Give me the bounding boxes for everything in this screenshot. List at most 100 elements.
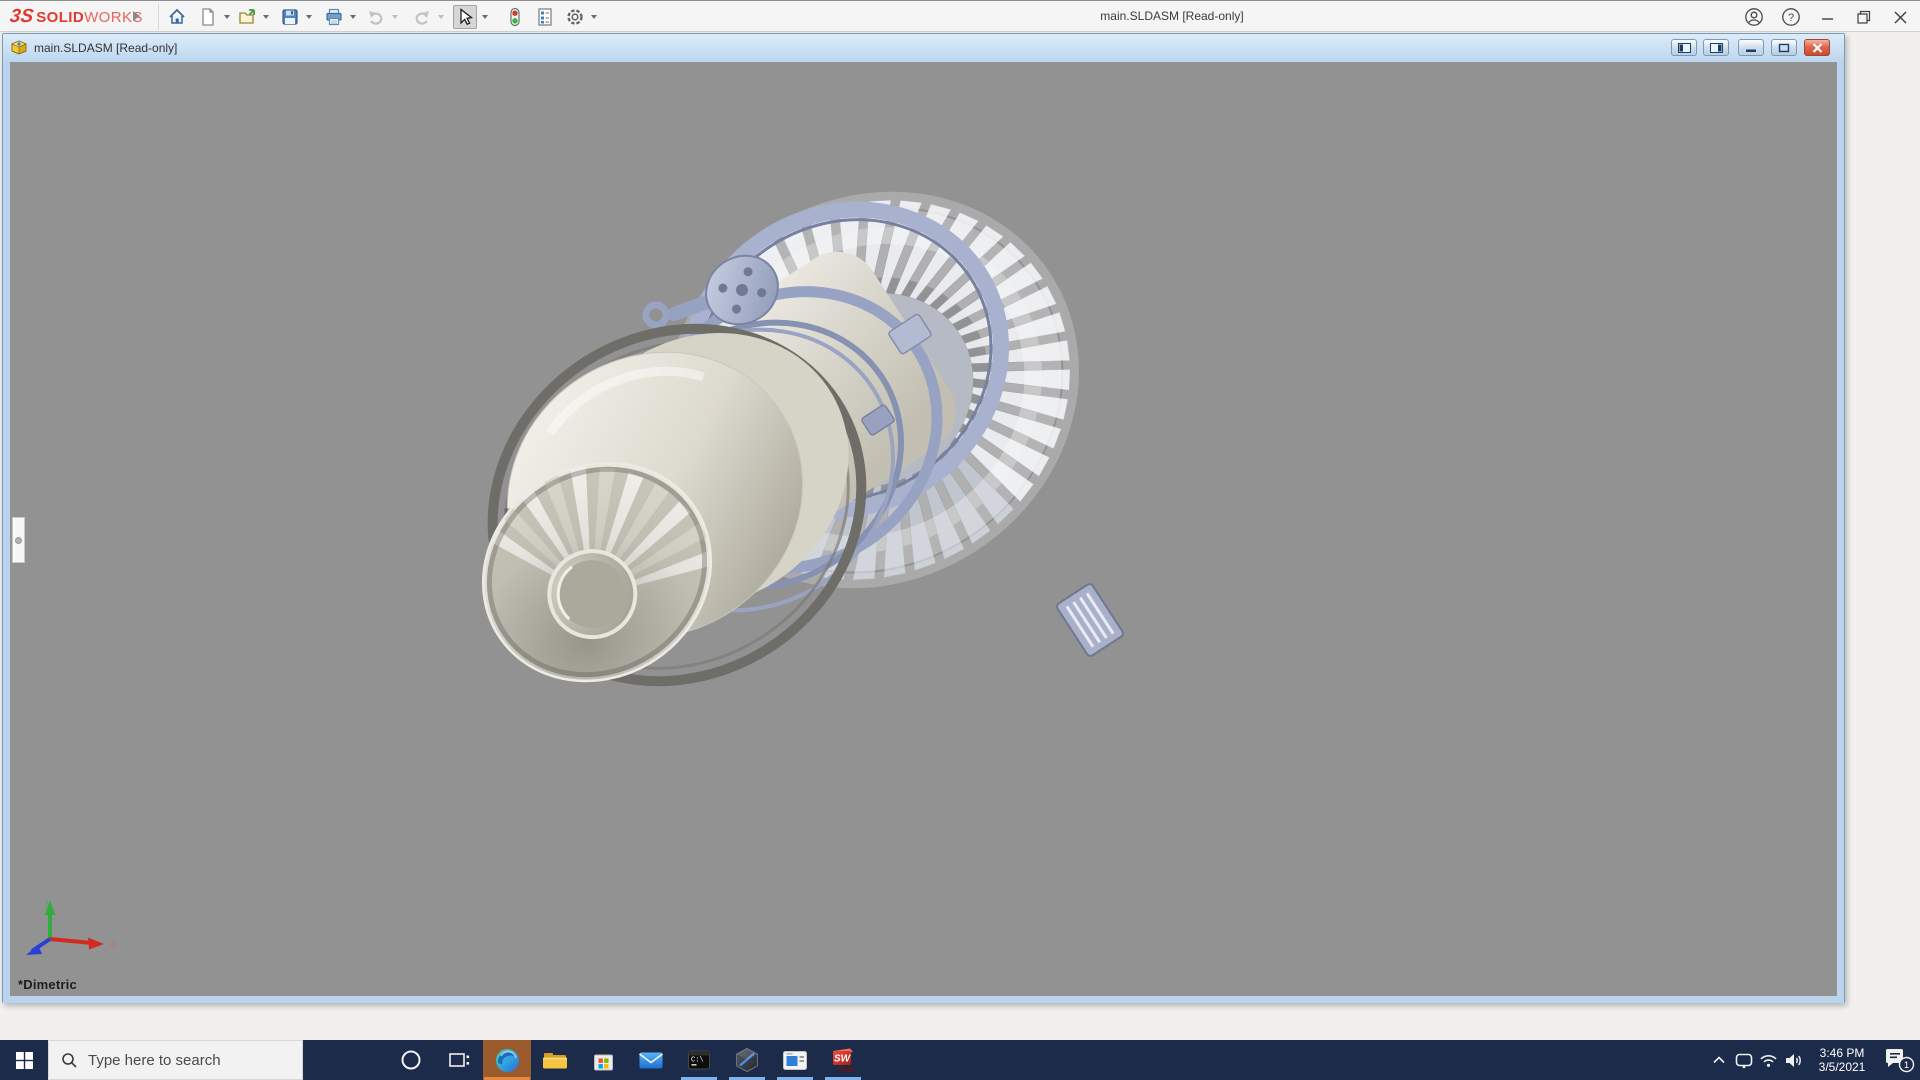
splitter-handle bbox=[15, 536, 22, 544]
taskbar-solidworks-button[interactable]: SW 2021 bbox=[819, 1040, 867, 1080]
jet-engine-model[interactable] bbox=[10, 62, 1837, 996]
task-view-icon bbox=[448, 1052, 469, 1067]
taskbar-store-button[interactable] bbox=[579, 1040, 627, 1080]
print-icon bbox=[326, 8, 342, 26]
doc-close-icon bbox=[1812, 42, 1822, 53]
hidden-icons-button[interactable] bbox=[1706, 1053, 1731, 1067]
restore-icon bbox=[1857, 10, 1871, 24]
solidworks-logo-mark: 3S bbox=[8, 6, 35, 27]
undo-icon bbox=[369, 11, 383, 25]
action-center-button[interactable]: 1 bbox=[1878, 1046, 1920, 1074]
save-dropdown[interactable] bbox=[306, 15, 312, 19]
home-button[interactable] bbox=[165, 5, 189, 29]
new-document-dropdown[interactable] bbox=[224, 15, 230, 19]
taskbar-gap bbox=[303, 1040, 387, 1080]
doc-minimize-icon bbox=[1746, 49, 1756, 52]
options-dropdown[interactable] bbox=[591, 15, 597, 19]
windows-logo-icon bbox=[15, 1051, 33, 1069]
doc-close-button[interactable] bbox=[1804, 39, 1830, 56]
open-dropdown[interactable] bbox=[263, 15, 269, 19]
taskbar-cmd-button[interactable]: C:\ bbox=[675, 1040, 723, 1080]
home-icon bbox=[169, 8, 185, 24]
taskbar-remote-window-button[interactable] bbox=[771, 1040, 819, 1080]
brand-word-bold: SOLID bbox=[36, 8, 85, 26]
task-view-button[interactable] bbox=[435, 1040, 483, 1080]
volume-button[interactable] bbox=[1781, 1052, 1806, 1069]
app-window-title: main.SLDASM [Read-only] bbox=[1100, 9, 1244, 23]
solidworks-logo: 3S SOLID WORKS bbox=[8, 4, 143, 30]
assembly-icon bbox=[11, 40, 28, 55]
undo-dropdown[interactable] bbox=[392, 15, 398, 19]
wifi-icon bbox=[1760, 1054, 1777, 1067]
doc-minimize-button[interactable] bbox=[1738, 39, 1764, 56]
doc-restore-button[interactable] bbox=[1771, 39, 1797, 56]
close-icon bbox=[1894, 11, 1906, 23]
clock-date: 3/5/2021 bbox=[1818, 1060, 1866, 1074]
taskbar-search-box[interactable]: Type here to search bbox=[48, 1040, 303, 1080]
taskbar-clock[interactable]: 3:46 PM 3/5/2021 bbox=[1810, 1046, 1874, 1074]
redo-dropdown[interactable] bbox=[438, 15, 444, 19]
options-button[interactable] bbox=[563, 5, 587, 29]
redo-button[interactable] bbox=[409, 5, 433, 29]
pane-left-button[interactable] bbox=[1671, 39, 1697, 56]
cortana-button[interactable] bbox=[387, 1040, 435, 1080]
open-icon bbox=[239, 9, 255, 24]
taskbar-file-explorer-button[interactable] bbox=[531, 1040, 579, 1080]
svg-text:?: ? bbox=[1788, 12, 1794, 24]
save-button[interactable] bbox=[278, 5, 302, 29]
rebuild-button[interactable] bbox=[503, 5, 527, 29]
notification-badge: 1 bbox=[1904, 1060, 1909, 1071]
undo-button[interactable] bbox=[365, 5, 389, 29]
meet-now-icon bbox=[1735, 1053, 1752, 1068]
mail-icon bbox=[639, 1052, 663, 1069]
triad-x-label: x bbox=[110, 939, 115, 950]
command-prompt-icon: C:\ bbox=[688, 1050, 710, 1070]
save-icon bbox=[282, 9, 298, 25]
minimize-button[interactable] bbox=[1815, 5, 1841, 29]
document-title-bar[interactable]: main.SLDASM [Read-only] bbox=[3, 34, 1844, 62]
view-orientation-label: *Dimetric bbox=[18, 977, 77, 992]
select-button[interactable] bbox=[453, 5, 477, 29]
graphics-viewport[interactable]: y x *Dimetric bbox=[3, 62, 1844, 1003]
edge-icon bbox=[495, 1048, 519, 1072]
taskbar-edge-button[interactable] bbox=[483, 1040, 531, 1080]
windows-taskbar: Type here to search C:\ SW 2021 3:46 PM … bbox=[0, 1040, 1920, 1080]
main-client-area: main.SLDASM [Read-only] y x *Dimetric bbox=[0, 33, 1920, 1040]
start-button[interactable] bbox=[0, 1040, 48, 1080]
gear-icon bbox=[567, 9, 583, 25]
document-title: main.SLDASM [Read-only] bbox=[34, 41, 178, 55]
file-explorer-icon bbox=[543, 1053, 567, 1069]
print-button[interactable] bbox=[322, 5, 346, 29]
volume-icon bbox=[1785, 1053, 1801, 1067]
solidworks-taskbar-icon: SW 2021 bbox=[833, 1048, 855, 1074]
rebuild-traffic-light-icon bbox=[510, 7, 520, 27]
select-dropdown[interactable] bbox=[482, 15, 488, 19]
document-window: main.SLDASM [Read-only] y x *Dimetric bbox=[2, 33, 1845, 1003]
close-button[interactable] bbox=[1887, 5, 1913, 29]
solidworks-screen: 3S SOLID WORKS main.SLDASM [Read-only] ?… bbox=[0, 0, 1920, 1080]
hidden-icons-chevron-icon bbox=[1712, 1056, 1725, 1064]
feature-manager-collapsed-tab[interactable] bbox=[12, 517, 25, 563]
pane-left-icon bbox=[1677, 42, 1691, 53]
action-center-icon: 1 bbox=[1886, 1049, 1915, 1073]
cortana-icon bbox=[401, 1050, 421, 1070]
account-button[interactable] bbox=[1741, 5, 1767, 29]
taskbar-mail-button[interactable] bbox=[627, 1040, 675, 1080]
pane-right-button[interactable] bbox=[1703, 39, 1729, 56]
open-button[interactable] bbox=[235, 5, 259, 29]
sw-year: 2021 bbox=[839, 1067, 855, 1074]
file-properties-icon bbox=[538, 8, 552, 26]
print-dropdown[interactable] bbox=[350, 15, 356, 19]
pane-right-icon bbox=[1709, 42, 1723, 53]
file-properties-button[interactable] bbox=[533, 5, 557, 29]
meet-now-button[interactable] bbox=[1731, 1052, 1756, 1069]
new-document-button[interactable] bbox=[196, 5, 220, 29]
network-button[interactable] bbox=[1756, 1053, 1781, 1068]
menu-flyout-arrow-icon[interactable] bbox=[133, 11, 140, 21]
account-icon bbox=[1745, 8, 1763, 26]
restore-button[interactable] bbox=[1851, 5, 1877, 29]
remote-window-app-icon bbox=[783, 1050, 807, 1070]
taskbar-hex-app-button[interactable] bbox=[723, 1040, 771, 1080]
minimize-icon bbox=[1822, 18, 1833, 20]
help-button[interactable]: ? bbox=[1778, 5, 1804, 29]
